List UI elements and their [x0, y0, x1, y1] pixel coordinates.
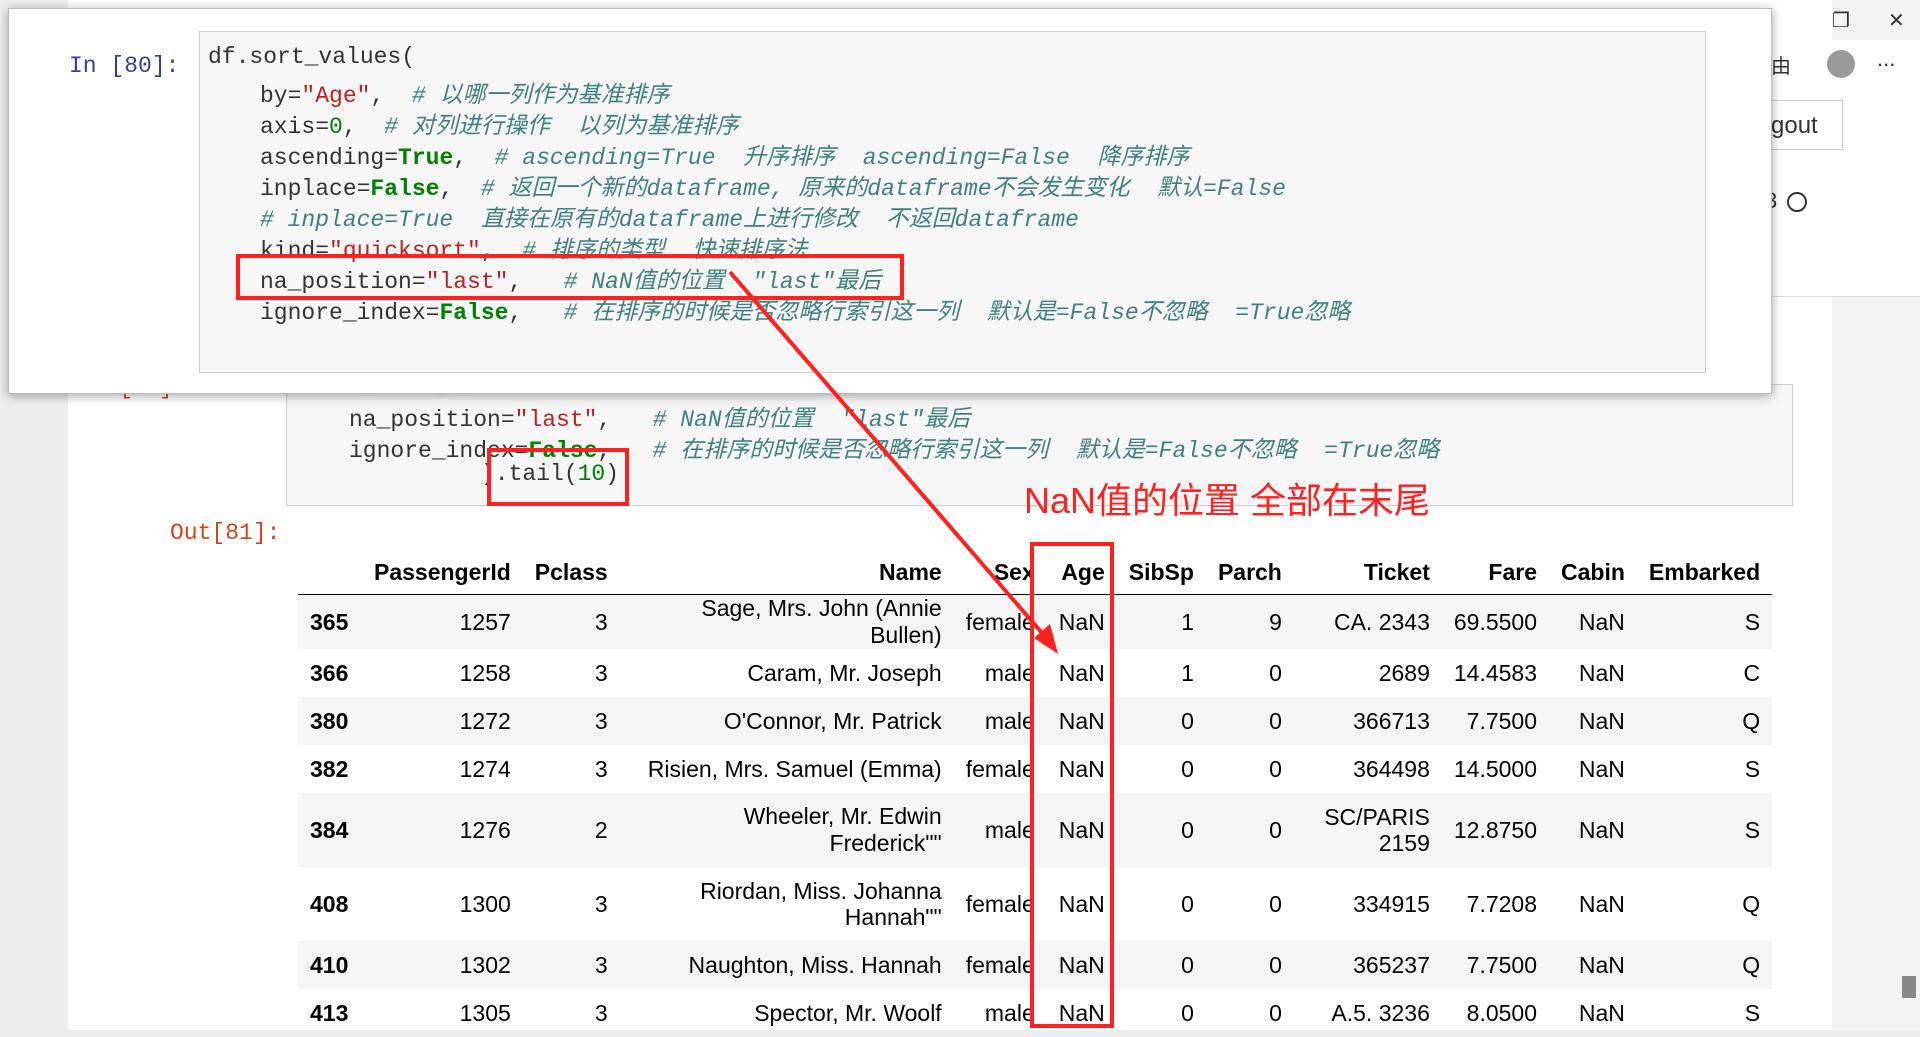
annotation-arrow-line: [728, 270, 1050, 642]
annotation-arrow: [728, 270, 1058, 654]
scrollbar-thumb[interactable]: [1902, 976, 1916, 998]
